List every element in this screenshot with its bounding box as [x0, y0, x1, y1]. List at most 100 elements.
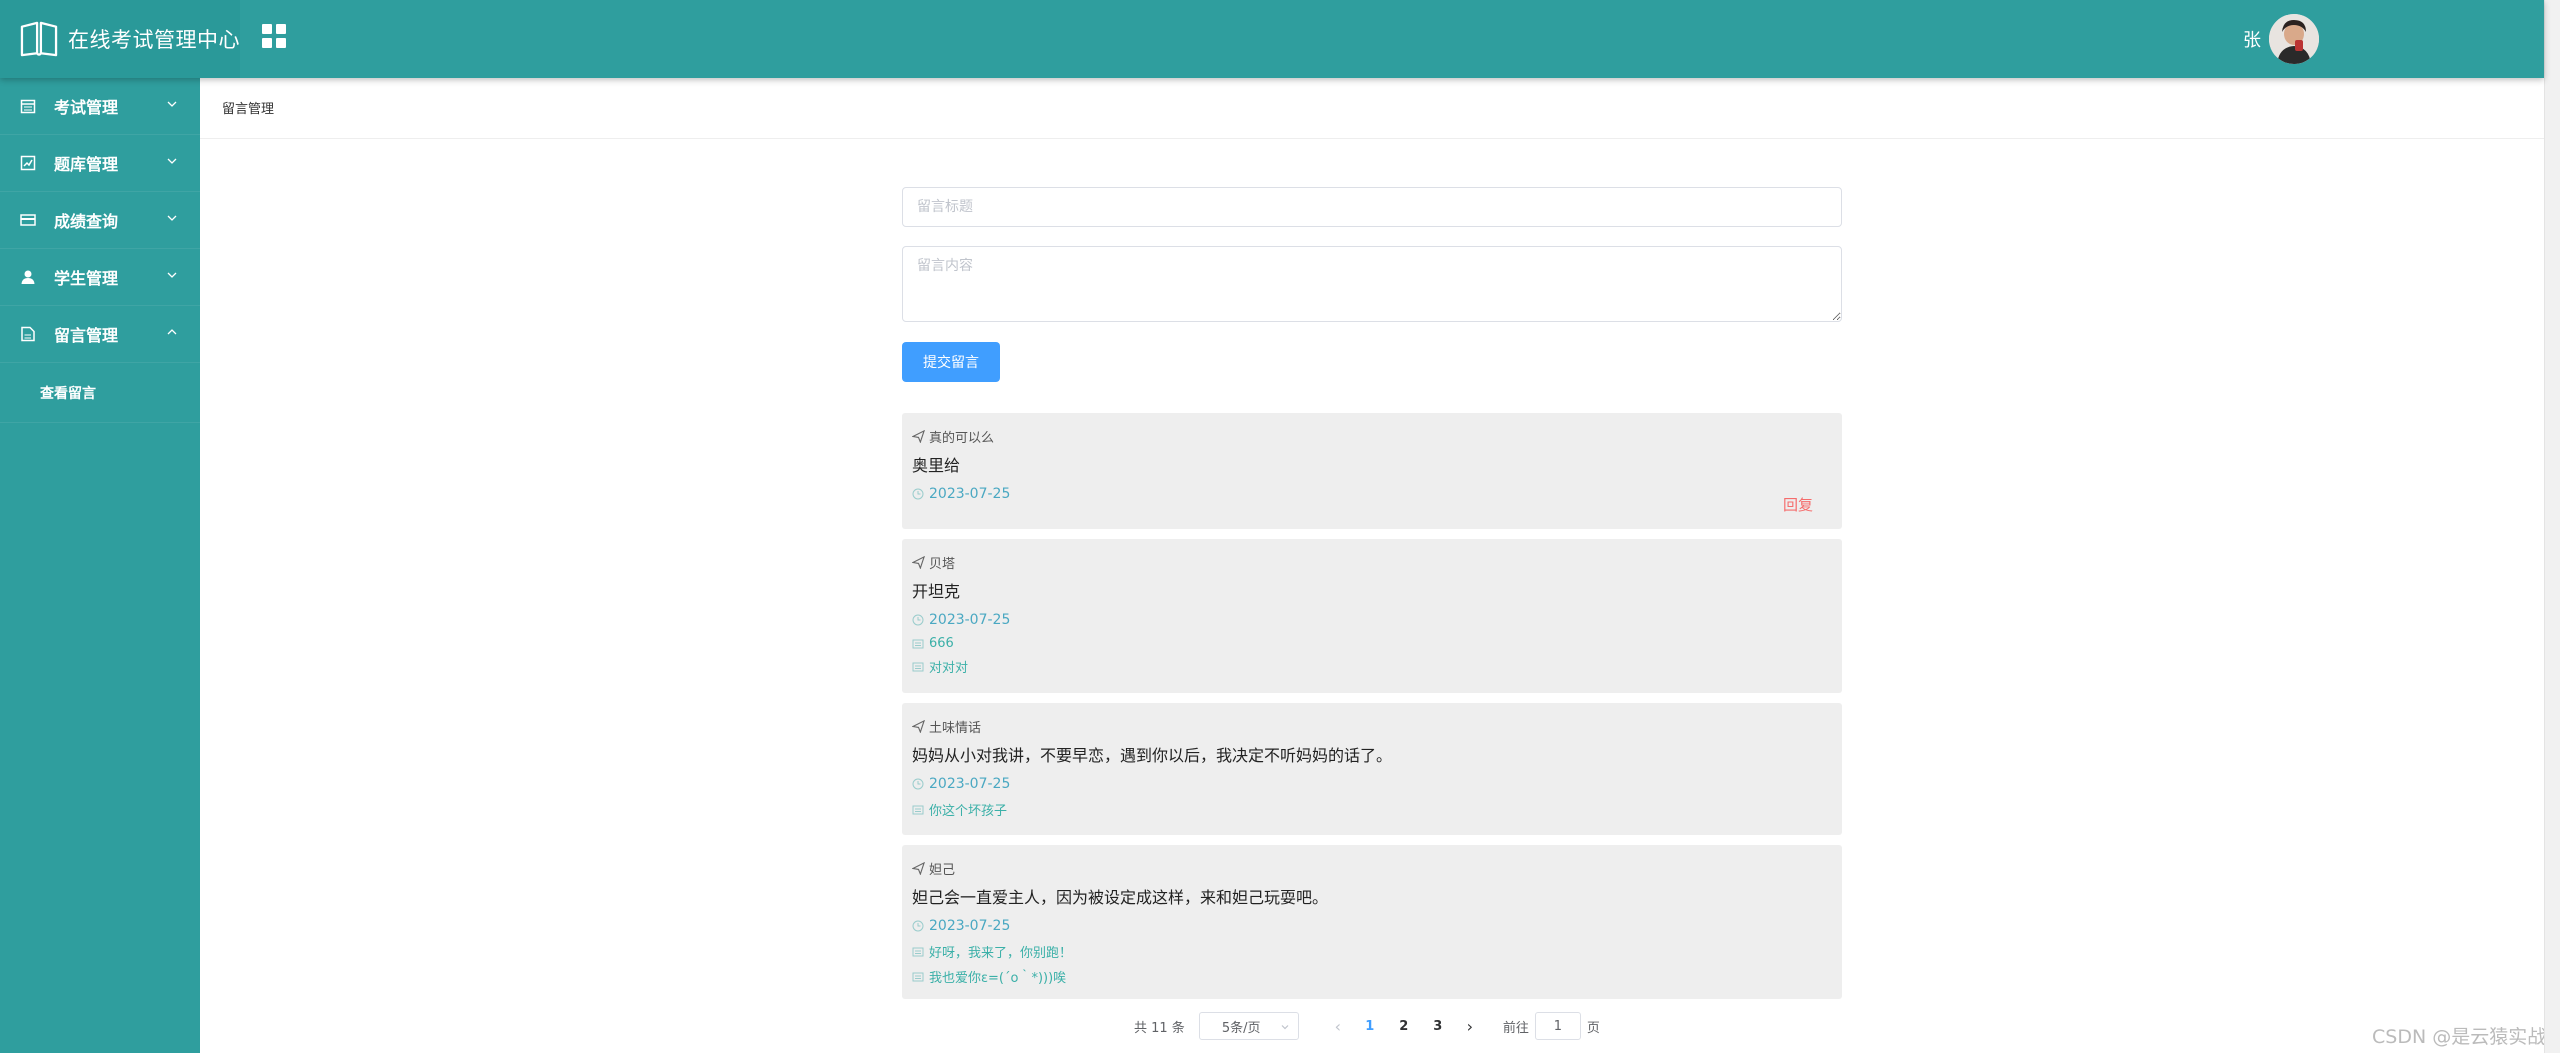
reply-text: 对对对	[929, 661, 969, 676]
watermark: CSDN @是云猿实战	[2372, 1026, 2547, 1048]
sidebar: 考试管理 题库管理 成绩查询 学生管理 留言管理 查看留言	[0, 78, 200, 1053]
breadcrumb: 留言管理	[222, 98, 274, 117]
message-card: 贝塔 开坦克 2023-07-25 666 对对对	[902, 539, 1842, 693]
clock-icon	[912, 778, 924, 790]
author-name: 土味情话	[929, 721, 982, 736]
message-author: 妲己	[912, 859, 1832, 878]
chevron-down-icon	[167, 101, 177, 107]
sidebar-item-messages[interactable]: 留言管理	[0, 306, 200, 363]
user-menu[interactable]: 张	[2243, 14, 2319, 64]
chevron-down-icon	[167, 215, 177, 221]
next-page-button[interactable]: ›	[1455, 1017, 1485, 1036]
send-icon	[912, 556, 925, 569]
goto-page: 前往 页	[1503, 1012, 1600, 1040]
author-name: 贝塔	[929, 557, 956, 572]
message-reply: 666	[912, 636, 1832, 651]
goto-prefix: 前往	[1502, 1020, 1529, 1036]
comment-icon	[912, 662, 924, 671]
clock-icon	[912, 488, 924, 500]
app-title: 在线考试管理中心	[68, 28, 240, 52]
comment-icon	[912, 972, 924, 981]
goto-suffix: 页	[1586, 1020, 1600, 1036]
chevron-down-icon	[167, 158, 177, 164]
message-card: 真的可以么 奥里给 2023-07-25 回复	[902, 413, 1842, 529]
sidebar-item-label: 题库管理	[54, 155, 119, 174]
author-name: 真的可以么	[929, 431, 995, 446]
sidebar-subitem-label: 查看留言	[40, 385, 96, 402]
scrollbar[interactable]	[2544, 0, 2560, 1053]
apps-grid-icon[interactable]	[262, 24, 286, 48]
page-size-value: 5条/页	[1221, 1020, 1261, 1036]
message-content: 奥里给	[912, 456, 961, 475]
message-content: 妲己会一直爱主人，因为被设定成这样，来和妲己玩耍吧。	[912, 888, 1329, 907]
message-reply: 你这个坏孩子	[912, 800, 1832, 819]
sidebar-item-label: 留言管理	[54, 326, 119, 345]
doc-icon	[21, 326, 35, 342]
sidebar-item-question-bank[interactable]: 题库管理	[0, 135, 200, 192]
message-content: 开坦克	[912, 582, 961, 601]
message-list: 真的可以么 奥里给 2023-07-25 回复 贝塔 开坦克 2023-07-2…	[902, 413, 1842, 1009]
date-text: 2023-07-25	[929, 776, 1011, 792]
chevron-down-icon	[1281, 1025, 1289, 1030]
page-number[interactable]: 3	[1421, 1019, 1455, 1034]
sidebar-item-label: 成绩查询	[54, 212, 119, 231]
user-avatar-icon	[2269, 14, 2319, 64]
message-author: 贝塔	[912, 553, 1832, 572]
message-reply: 好呀，我来了，你别跑！	[912, 942, 1832, 961]
message-card: 土味情话 妈妈从小对我讲，不要早恋，遇到你以后，我决定不听妈妈的话了。 2023…	[902, 703, 1842, 835]
card-icon	[20, 214, 36, 226]
edit-doc-icon	[20, 155, 36, 171]
calendar-icon	[20, 99, 36, 114]
message-form: 提交留言	[902, 187, 1842, 382]
sidebar-item-scores[interactable]: 成绩查询	[0, 192, 200, 249]
message-author: 真的可以么	[912, 427, 1832, 446]
sidebar-item-students[interactable]: 学生管理	[0, 249, 200, 306]
message-date: 2023-07-25	[912, 486, 1832, 502]
comment-icon	[912, 947, 924, 956]
send-icon	[912, 430, 925, 443]
message-title-input[interactable]	[902, 187, 1842, 227]
sidebar-subitem-view-messages[interactable]: 查看留言	[0, 363, 200, 423]
reply-text: 好呀，我来了，你别跑！	[929, 946, 1073, 961]
page-size-select[interactable]: 5条/页	[1198, 1012, 1299, 1040]
chevron-down-icon	[167, 272, 177, 278]
date-text: 2023-07-25	[929, 612, 1011, 628]
send-icon	[912, 862, 925, 875]
chevron-up-icon	[167, 329, 177, 335]
breadcrumb-current: 留言管理	[222, 102, 275, 117]
user-name: 张	[2243, 30, 2261, 51]
total-count: 共 11 条	[1134, 1020, 1185, 1036]
clock-icon	[912, 920, 924, 932]
message-reply: 我也爱你ε=(´ο｀*)))唉	[912, 967, 1832, 986]
message-card: 妲己 妲己会一直爱主人，因为被设定成这样，来和妲己玩耍吧。 2023-07-25…	[902, 845, 1842, 999]
reply-text: 666	[929, 636, 954, 651]
page-number[interactable]: 1	[1353, 1019, 1387, 1034]
reply-text: 我也爱你ε=(´ο｀*)))唉	[929, 971, 1067, 986]
sidebar-item-label: 考试管理	[54, 98, 119, 117]
message-content-textarea[interactable]	[902, 246, 1842, 322]
comment-icon	[912, 639, 924, 648]
author-name: 妲己	[929, 863, 956, 878]
date-text: 2023-07-25	[929, 486, 1011, 502]
page-number[interactable]: 2	[1387, 1019, 1421, 1034]
prev-page-button[interactable]: ‹	[1323, 1017, 1353, 1036]
comment-icon	[912, 805, 924, 814]
submit-message-button[interactable]: 提交留言	[902, 342, 1000, 382]
sidebar-item-exam[interactable]: 考试管理	[0, 78, 200, 135]
message-reply: 对对对	[912, 657, 1832, 676]
pagination: 共 11 条 5条/页 ‹ 1 2 3 › 前往 页	[1134, 1012, 1600, 1040]
book-icon	[20, 21, 58, 57]
divider	[200, 138, 2544, 139]
send-icon	[912, 720, 925, 733]
goto-page-input[interactable]	[1534, 1012, 1581, 1040]
sidebar-item-label: 学生管理	[54, 269, 119, 288]
message-content: 妈妈从小对我讲，不要早恋，遇到你以后，我决定不听妈妈的话了。	[912, 746, 1393, 765]
top-header: 在线考试管理中心 张	[0, 0, 2544, 78]
reply-link[interactable]: 回复	[1783, 494, 1813, 515]
reply-text: 你这个坏孩子	[929, 804, 1008, 819]
person-icon	[21, 270, 35, 284]
message-author: 土味情话	[912, 717, 1832, 736]
date-text: 2023-07-25	[929, 918, 1011, 934]
brand: 在线考试管理中心	[0, 0, 240, 78]
avatar[interactable]	[2269, 14, 2319, 64]
